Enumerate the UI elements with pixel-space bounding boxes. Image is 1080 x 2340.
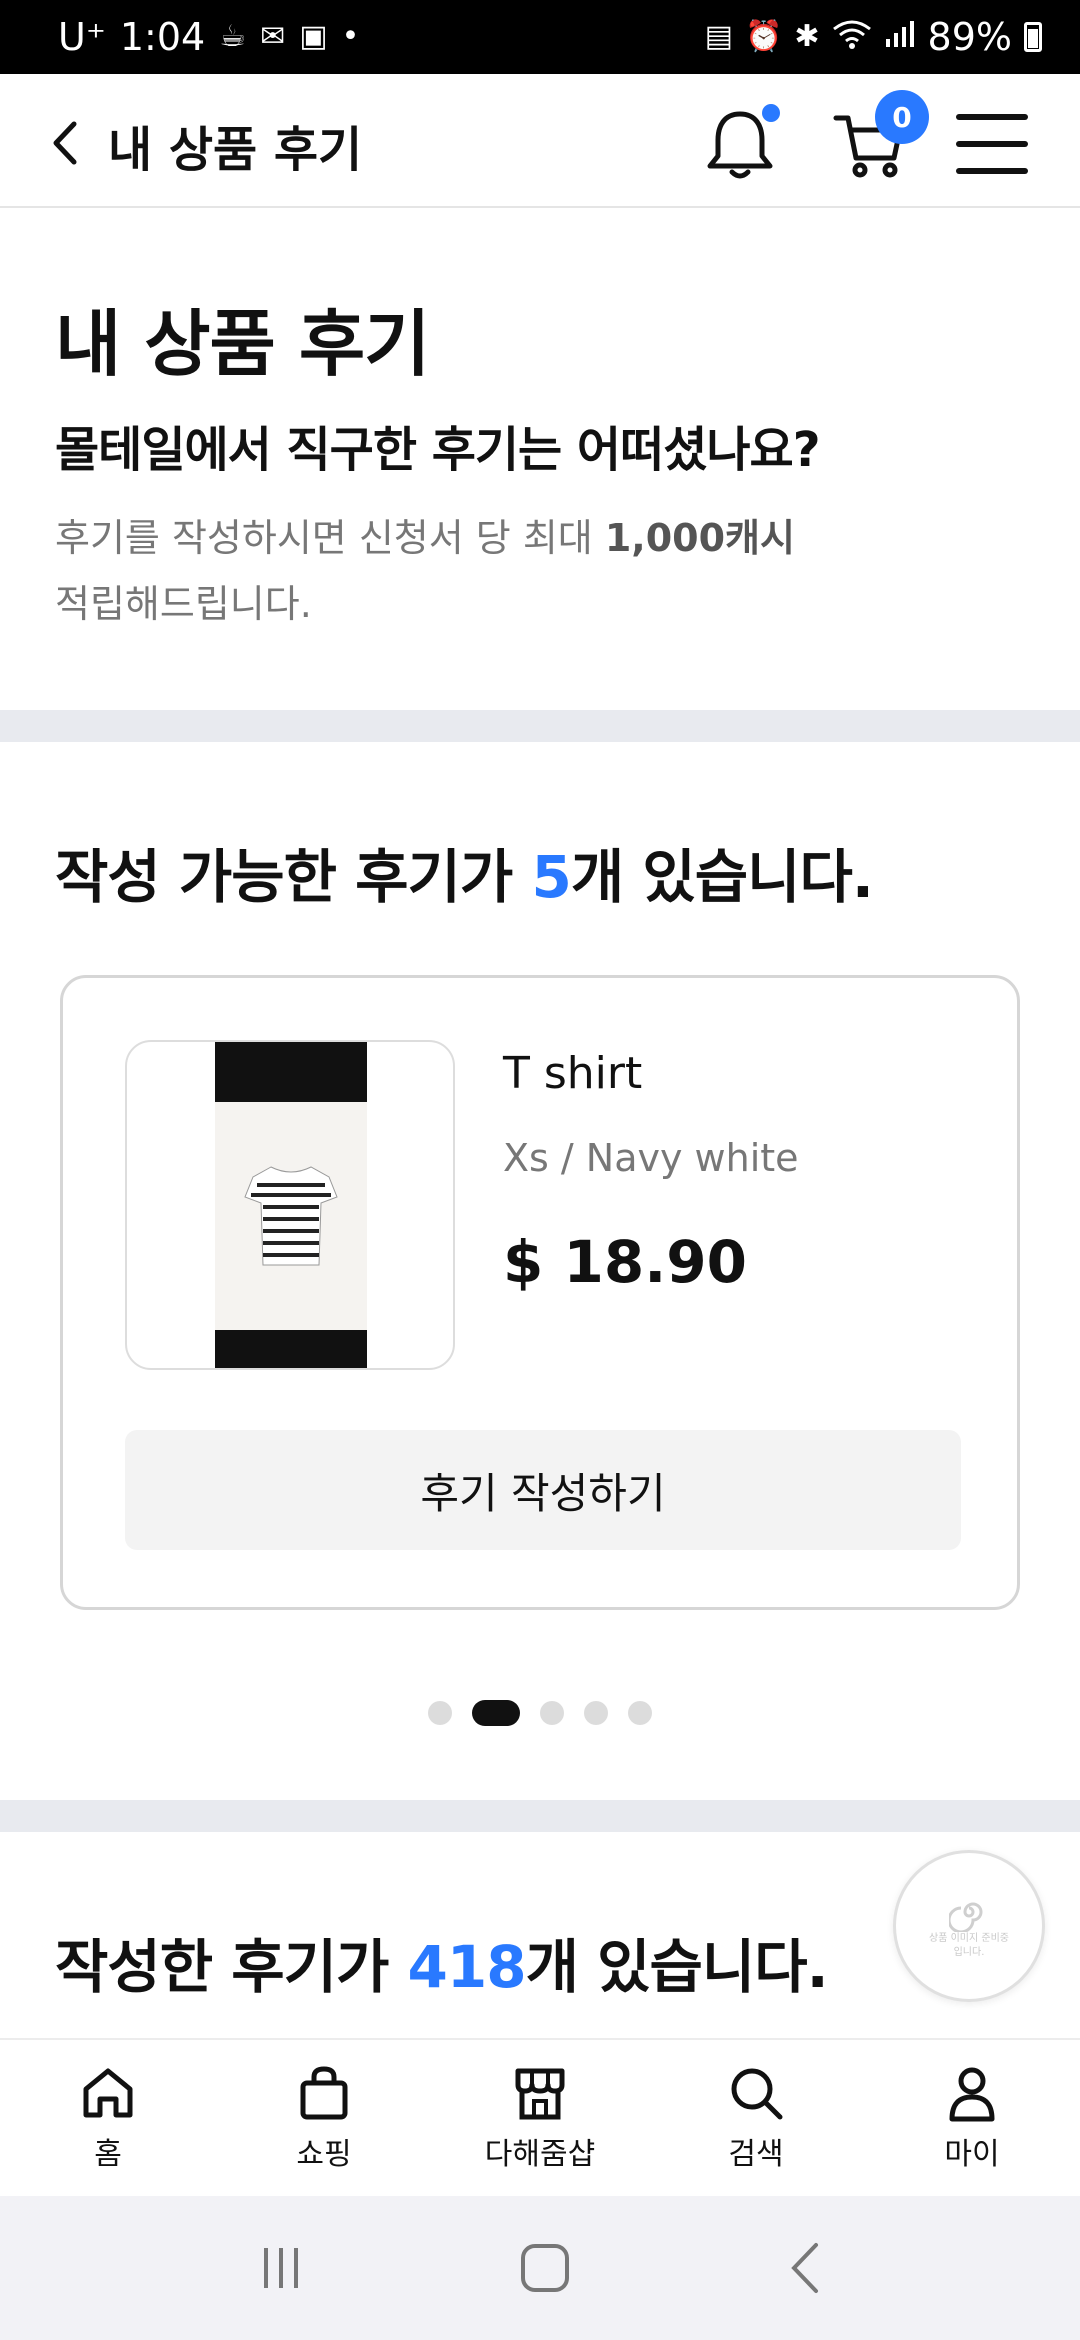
wifi-icon (832, 19, 872, 55)
hamburger-icon-bar (956, 114, 1028, 120)
nav-label-my: 마이 (944, 2137, 1000, 2172)
section-divider (0, 710, 1080, 742)
more-dot-icon: • (341, 19, 360, 54)
page-title: 내 상품 후기 (55, 302, 430, 386)
app-header: 내 상품 후기 0 (0, 74, 1080, 208)
clock: 1:04 (119, 15, 206, 59)
back-button[interactable] (50, 118, 90, 168)
coffee-icon: ☕ (219, 19, 247, 54)
reward-amount: 1,000캐시 (604, 516, 795, 560)
product-price: $ 18.90 (503, 1228, 748, 1296)
mail-icon: ✉ (260, 19, 286, 54)
spiral-icon (949, 1902, 983, 1932)
nav-label-store: 다해줌샵 (484, 2137, 596, 2172)
menu-button[interactable] (956, 114, 1028, 174)
nav-item-search[interactable]: 검색 (666, 2063, 846, 2173)
nav-item-store[interactable]: 다해줌샵 (450, 2063, 630, 2173)
shopping-bag-icon (300, 2066, 348, 2120)
alarm-icon: ⏰ (745, 19, 783, 54)
chevron-left-icon (53, 121, 77, 165)
pager-dot[interactable] (540, 1701, 564, 1725)
pager-dot-active[interactable] (472, 1700, 520, 1726)
written-title-text: 작성한 후기가 (55, 1933, 408, 2001)
cart-button[interactable]: 0 (830, 90, 930, 182)
product-name: T shirt (503, 1048, 643, 1099)
nav-item-home[interactable]: 홈 (18, 2063, 198, 2173)
person-icon (949, 2067, 995, 2122)
header-title: 내 상품 후기 (108, 122, 363, 178)
system-navigation-bar (0, 2196, 1080, 2340)
reward-description: 후기를 작성하시면 신청서 당 최대 1,000캐시 적립해드립니다. (55, 505, 955, 637)
nav-item-shopping[interactable]: 쇼핑 (234, 2063, 414, 2173)
pager-dot[interactable] (584, 1701, 608, 1725)
product-screenshot (215, 1042, 367, 1368)
floating-image-button[interactable]: 상품 이미지 준비중 입니다. (893, 1850, 1045, 2002)
page-subtitle: 몰테일에서 직구한 후기는 어떠셨나요? (55, 422, 821, 478)
written-count: 418 (407, 1933, 527, 2001)
home-icon (83, 2068, 133, 2118)
review-card[interactable]: T shirt Xs / Navy white $ 18.90 후기 작성하기 (60, 975, 1020, 1610)
product-image[interactable] (125, 1040, 455, 1370)
recent-apps-icon[interactable] (256, 2243, 306, 2293)
product-option: Xs / Navy white (503, 1136, 799, 1180)
available-title-text: 작성 가능한 후기가 (55, 843, 532, 911)
written-title-suffix: 개 있습니다. (525, 1933, 829, 2001)
hamburger-icon-bar (956, 168, 1028, 174)
nfc-icon: ▤ (704, 19, 734, 54)
bottom-navigation: 홈 쇼핑 다해줌샵 검색 마이 (0, 2038, 1080, 2196)
nav-item-my[interactable]: 마이 (882, 2063, 1062, 2173)
available-reviews-title: 작성 가능한 후기가 5개 있습니다. (55, 830, 874, 914)
battery-icon (1024, 22, 1042, 52)
write-review-button[interactable]: 후기 작성하기 (125, 1430, 961, 1550)
intro-section: 내 상품 후기 몰테일에서 직구한 후기는 어떠셨나요? 후기를 작성하시면 신… (0, 210, 1080, 710)
available-count: 5 (531, 843, 571, 911)
hamburger-icon-bar (956, 141, 1028, 147)
reward-desc-text: 후기를 작성하시면 신청서 당 최대 (55, 516, 605, 560)
pager-dot[interactable] (628, 1701, 652, 1725)
back-nav-icon[interactable] (784, 2241, 824, 2295)
available-title-suffix: 개 있습니다. (570, 843, 874, 911)
carousel-pager (0, 1698, 1080, 1728)
pager-dot[interactable] (428, 1701, 452, 1725)
battery-percent: 89% (927, 15, 1012, 59)
reward-desc-text-end: 적립해드립니다. (55, 582, 312, 626)
nav-label-home: 홈 (94, 2137, 122, 2172)
section-divider (0, 1800, 1080, 1832)
signal-icon (884, 19, 916, 55)
home-nav-icon[interactable] (518, 2241, 572, 2295)
store-icon (515, 2068, 565, 2120)
carrier-label: U⁺ (58, 15, 106, 59)
cart-count-badge: 0 (875, 90, 929, 144)
nav-label-search: 검색 (728, 2137, 784, 2172)
status-bar: U⁺ 1:04 ☕ ✉ ▣ • ▤ ⏰ ✱ 89% (0, 0, 1080, 74)
image-icon: ▣ (299, 19, 328, 54)
notification-button[interactable] (700, 104, 780, 184)
notification-dot (762, 104, 780, 122)
floating-button-text: 상품 이미지 준비중 입니다. (929, 1933, 1009, 1958)
written-reviews-title: 작성한 후기가 418개 있습니다. (55, 1920, 829, 2004)
bluetooth-icon: ✱ (794, 19, 820, 54)
search-icon (731, 2068, 783, 2120)
tshirt-image (215, 1102, 367, 1330)
nav-label-shopping: 쇼핑 (296, 2137, 352, 2172)
